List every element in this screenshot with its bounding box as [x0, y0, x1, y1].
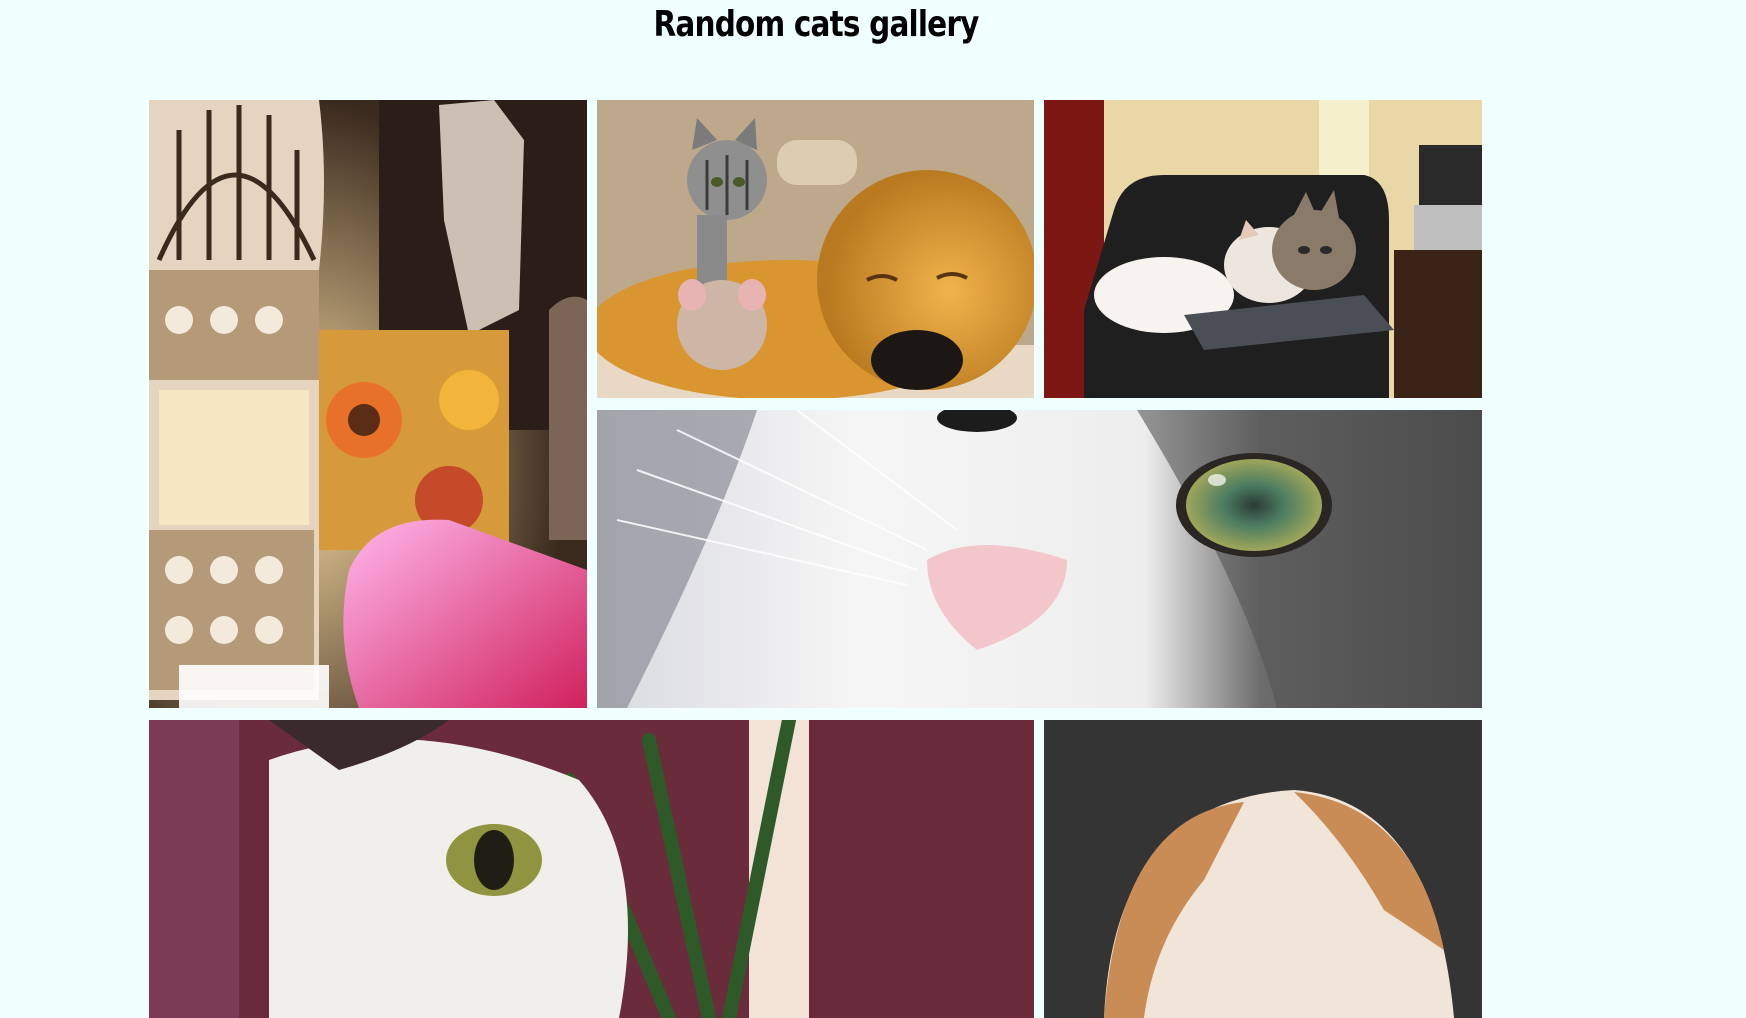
page-title: Random cats gallery	[653, 4, 979, 45]
cat-photo	[1044, 720, 1482, 1018]
cat-gallery	[149, 100, 1482, 1018]
gallery-image-cat-eye-closeup[interactable]	[597, 410, 1482, 708]
gallery-image-dog-kitten-rat[interactable]	[597, 100, 1034, 398]
gallery-image-cat-with-plant[interactable]	[149, 720, 1034, 1018]
cat-photo	[597, 100, 1034, 398]
gallery-image-cat-on-dark-fabric[interactable]	[1044, 720, 1482, 1018]
cat-photo	[597, 410, 1482, 708]
gallery-image-lantern-cat[interactable]	[149, 100, 587, 708]
cat-photo	[1044, 100, 1482, 398]
gallery-image-armchair-cats[interactable]	[1044, 100, 1482, 398]
cat-photo	[149, 720, 1034, 1018]
cat-photo	[149, 100, 587, 708]
